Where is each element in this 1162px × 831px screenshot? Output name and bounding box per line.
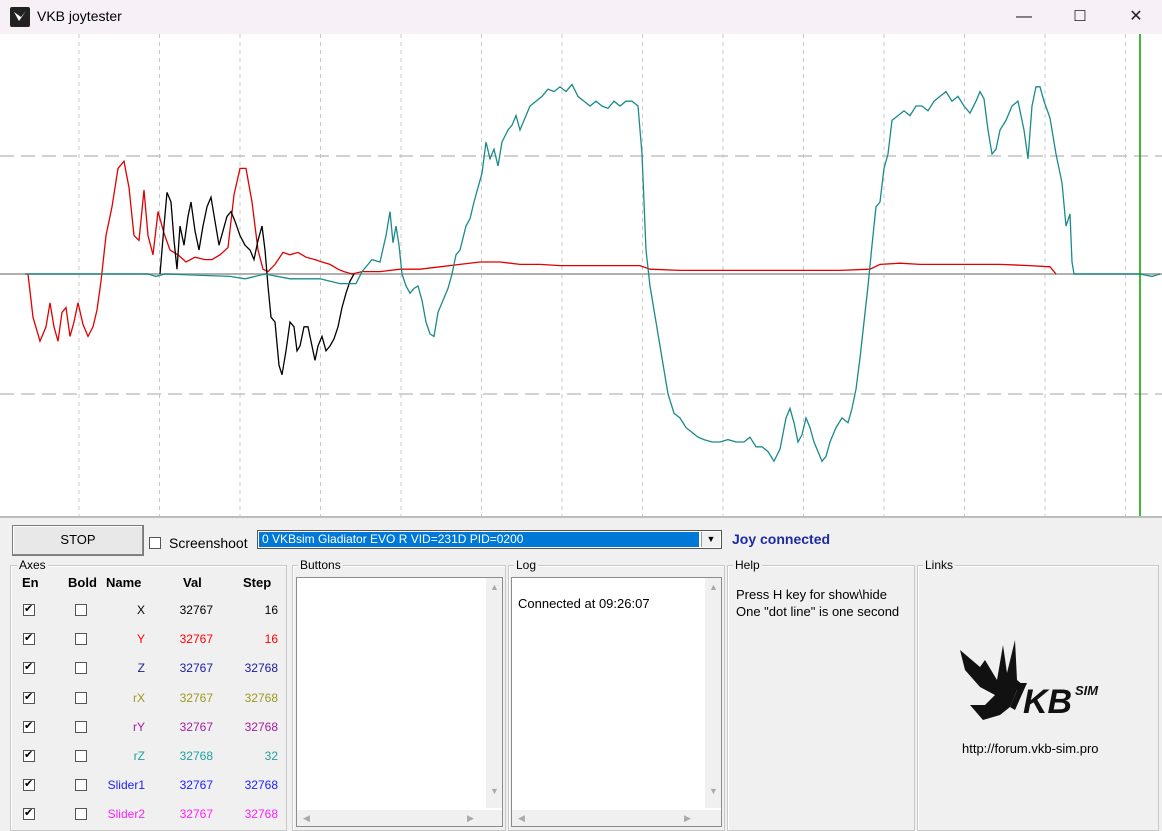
help-line-1: Press H key for show\hide [736, 587, 888, 602]
buttons-vscrollbar[interactable]: ▲ ▼ [486, 578, 502, 808]
maximize-button[interactable]: ☐ [1052, 0, 1108, 34]
axes-header-en: En [22, 575, 39, 590]
axis-step: 32768 [244, 778, 278, 793]
axis-name: Slider1 [107, 778, 145, 793]
axis-name: rX [133, 690, 145, 705]
signal-plot-canvas [0, 34, 1162, 516]
buttons-group-title: Buttons [298, 558, 343, 572]
screenshot-checkbox[interactable] [149, 537, 161, 549]
connection-status: Joy connected [732, 531, 831, 547]
axes-header-name: Name [106, 575, 142, 590]
scroll-left-icon[interactable]: ◀ [518, 813, 525, 824]
minimize-button[interactable]: — [996, 0, 1052, 34]
axis-step: 32768 [244, 690, 278, 705]
axis-bold-checkbox[interactable] [75, 808, 87, 821]
help-group-title: Help [733, 558, 762, 572]
axis-enable-checkbox[interactable] [23, 777, 35, 792]
axis-value: 32767 [179, 719, 213, 734]
scroll-right-icon[interactable]: ▶ [684, 813, 691, 824]
axis-name: Y [136, 632, 145, 647]
rz-axis-trace [25, 83, 1161, 463]
axis-step: 16 [264, 603, 278, 617]
axis-step: 32768 [244, 661, 278, 676]
axis-step: 32768 [244, 807, 278, 822]
scroll-down-icon[interactable]: ▼ [709, 786, 718, 796]
buttons-list[interactable]: ▲ ▼ ◀ ▶ [296, 577, 503, 827]
scroll-up-icon[interactable]: ▲ [709, 582, 718, 592]
axes-header-bold: Bold [68, 575, 97, 590]
logo-sup-text: SIM [1075, 683, 1099, 698]
axis-enable-checkbox[interactable] [23, 719, 35, 733]
x-axis-trace [159, 192, 355, 375]
eagle-logo-icon: KB SIM [960, 640, 1099, 721]
chevron-down-icon[interactable]: ▼ [701, 532, 720, 547]
axis-step: 16 [264, 632, 278, 647]
axis-name: X [136, 603, 145, 617]
axis-value: 32767 [179, 661, 213, 676]
axis-bold-checkbox[interactable] [75, 779, 87, 792]
axis-value: 32768 [179, 749, 213, 763]
axis-step: 32768 [244, 719, 278, 734]
stop-button[interactable]: STOP [12, 525, 144, 556]
scroll-right-icon[interactable]: ▶ [467, 813, 474, 824]
scroll-left-icon[interactable]: ◀ [303, 813, 310, 824]
logo-text: KB [1023, 683, 1072, 721]
scroll-up-icon[interactable]: ▲ [490, 582, 499, 592]
axis-bold-checkbox[interactable] [75, 604, 87, 616]
axis-value: 32767 [179, 632, 213, 647]
buttons-hscrollbar[interactable]: ◀ ▶ [297, 810, 502, 826]
app-logo-icon [10, 7, 30, 27]
device-select-value: 0 VKBsim Gladiator EVO R VID=231D PID=02… [259, 532, 699, 547]
axis-value: 32767 [179, 807, 213, 822]
axis-name: rY [133, 719, 145, 734]
axis-value: 32767 [179, 778, 213, 793]
log-group-title: Log [514, 558, 539, 572]
forum-link[interactable]: http://forum.vkb-sim.pro [962, 741, 1099, 756]
axis-value: 32767 [179, 690, 213, 705]
log-line: Connected at 09:26:07 [518, 596, 650, 611]
axis-name: Z [137, 661, 145, 676]
axis-value: 32767 [179, 603, 213, 617]
axis-bold-checkbox[interactable] [75, 691, 87, 704]
axes-group-title: Axes [17, 558, 48, 572]
log-hscrollbar[interactable]: ◀ ▶ [512, 810, 721, 826]
axis-bold-checkbox[interactable] [75, 662, 87, 675]
axis-enable-checkbox[interactable] [23, 660, 35, 675]
signal-plot [0, 34, 1162, 516]
log-vscrollbar[interactable]: ▲ ▼ [705, 578, 721, 808]
close-button[interactable]: ✕ [1108, 0, 1162, 34]
axis-enable-checkbox[interactable] [23, 602, 35, 616]
axis-enable-checkbox[interactable] [23, 748, 35, 762]
axis-name: Slider2 [107, 807, 145, 822]
log-list[interactable]: Connected at 09:26:07 ▲ ▼ ◀ ▶ [511, 577, 722, 827]
scroll-down-icon[interactable]: ▼ [490, 786, 499, 796]
axis-enable-checkbox[interactable] [23, 631, 35, 646]
axis-step: 32 [264, 749, 278, 763]
device-select[interactable]: 0 VKBsim Gladiator EVO R VID=231D PID=02… [257, 530, 722, 549]
axis-enable-checkbox[interactable] [23, 690, 35, 704]
links-group-title: Links [923, 558, 956, 572]
axis-bold-checkbox[interactable] [75, 633, 87, 646]
screenshot-label: Screenshoot [169, 535, 248, 551]
axes-header-val: Val [183, 575, 202, 590]
axis-bold-checkbox[interactable] [75, 750, 87, 762]
axis-bold-checkbox[interactable] [75, 720, 87, 733]
y-axis-trace [27, 159, 1057, 344]
axis-enable-checkbox[interactable] [23, 806, 35, 821]
vkbsim-logo[interactable]: KB SIM [955, 635, 1120, 733]
axis-name: rZ [133, 749, 145, 763]
axes-header-step: Step [243, 575, 272, 590]
window-title: VKB joytester [37, 8, 122, 24]
help-line-2: One "dot line" is one second [736, 604, 900, 619]
title-bar: VKB joytester — ☐ ✕ [0, 0, 1162, 34]
